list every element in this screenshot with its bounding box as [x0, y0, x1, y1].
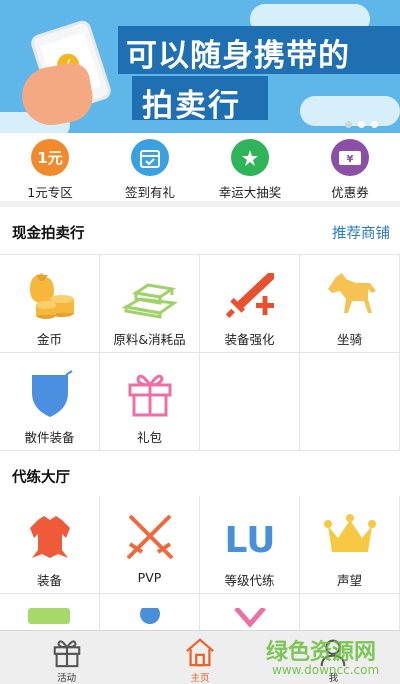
service-reputation[interactable]: 声望 [300, 496, 400, 594]
service-label: 等级代练 [224, 573, 275, 588]
category-loose-gear[interactable]: 散件装备 [0, 353, 100, 451]
carousel-dot[interactable] [371, 121, 378, 128]
lucky-draw-icon [231, 139, 269, 176]
shield-icon [32, 370, 73, 417]
horse-icon [328, 273, 376, 313]
empty-cell [300, 353, 400, 451]
quick-item-label: 签到有礼 [124, 185, 175, 200]
service-level-boost[interactable]: LU 等级代练 [200, 496, 300, 594]
service-label: PVP [137, 570, 162, 585]
gold-coins-icon [30, 273, 74, 319]
category-label: 金币 [36, 332, 62, 347]
gift-box-icon [128, 374, 172, 417]
service-gear[interactable]: 装备 [0, 496, 100, 594]
gift-icon [53, 640, 80, 668]
crown-icon [324, 514, 376, 552]
gold-bars-icon [122, 283, 178, 319]
nav-item-events[interactable]: 活动 [0, 631, 133, 684]
banner-subheadline: 拍卖行 [142, 88, 241, 124]
nav-item-home[interactable]: 主页 [133, 631, 266, 684]
service-label: 声望 [336, 573, 362, 588]
coupon-icon: ¥ [331, 139, 369, 176]
quick-item-coupon[interactable]: ¥ 优惠券 [300, 133, 400, 201]
bottom-nav: 活动 主页 我 [0, 630, 400, 684]
nav-label: 我 [328, 673, 339, 684]
quick-item-label: 幸运大抽奖 [218, 185, 282, 200]
nav-label: 主页 [190, 673, 210, 684]
carousel-dot-active[interactable] [358, 121, 365, 128]
leveling-hall-header: 代练大厅 [0, 451, 400, 499]
promo-banner[interactable]: 可以随身携带的 拍卖行 ✓ [0, 0, 400, 133]
nav-item-me[interactable]: 我 [267, 631, 400, 684]
user-icon [320, 639, 346, 667]
service-pvp[interactable]: PVP [100, 496, 200, 594]
category-label: 礼包 [136, 430, 162, 445]
crossed-swords-icon [126, 514, 174, 560]
category-gift-pack[interactable]: 礼包 [100, 353, 200, 451]
category-materials[interactable]: 原料&消耗品 [100, 255, 200, 353]
category-enhance[interactable]: 装备强化 [200, 255, 300, 353]
svg-text:¥: ¥ [347, 154, 354, 165]
nav-label: 活动 [57, 673, 77, 684]
carousel-dots[interactable] [345, 121, 378, 128]
svg-text:LU: LU [225, 520, 276, 561]
section-title: 代练大厅 [12, 470, 70, 486]
category-label: 散件装备 [24, 430, 75, 445]
armor-icon [30, 516, 70, 558]
category-gold-coins[interactable]: 金币 [0, 255, 100, 353]
quick-item-label: 优惠券 [331, 185, 369, 200]
cash-auction-header: 现金拍卖行 推荐商铺 [0, 207, 400, 255]
category-label: 坐骑 [336, 332, 362, 347]
category-label: 原料&消耗品 [113, 332, 186, 347]
section-title: 现金拍卖行 [12, 226, 85, 242]
one-yuan-icon: 1元 [31, 139, 69, 176]
level-up-icon: LU [225, 520, 276, 561]
empty-cell [200, 353, 300, 451]
category-label: 装备强化 [224, 332, 275, 347]
banner-headline: 可以随身携带的 [126, 38, 350, 74]
home-icon [186, 638, 214, 667]
recommended-shops-link[interactable]: 推荐商铺 [332, 222, 390, 243]
category-mount[interactable]: 坐骑 [300, 255, 400, 353]
quick-item-label: 1元专区 [27, 185, 73, 200]
quick-menu: 1元 1元专区 签到有礼 幸运大抽奖 ¥ 优惠券 [0, 133, 400, 207]
quick-item-lucky-draw[interactable]: 幸运大抽奖 [200, 133, 300, 201]
cash-auction-grid: 金币 原料&消耗品 装备强化 坐骑 散件装备 礼包 [0, 255, 400, 451]
service-label: 装备 [36, 573, 62, 588]
sword-plus-icon [225, 273, 274, 318]
carousel-dot[interactable] [345, 121, 352, 128]
quick-item-one-yuan[interactable]: 1元 1元专区 [0, 133, 100, 201]
calendar-checkin-icon [131, 139, 169, 176]
quick-item-checkin[interactable]: 签到有礼 [100, 133, 200, 201]
